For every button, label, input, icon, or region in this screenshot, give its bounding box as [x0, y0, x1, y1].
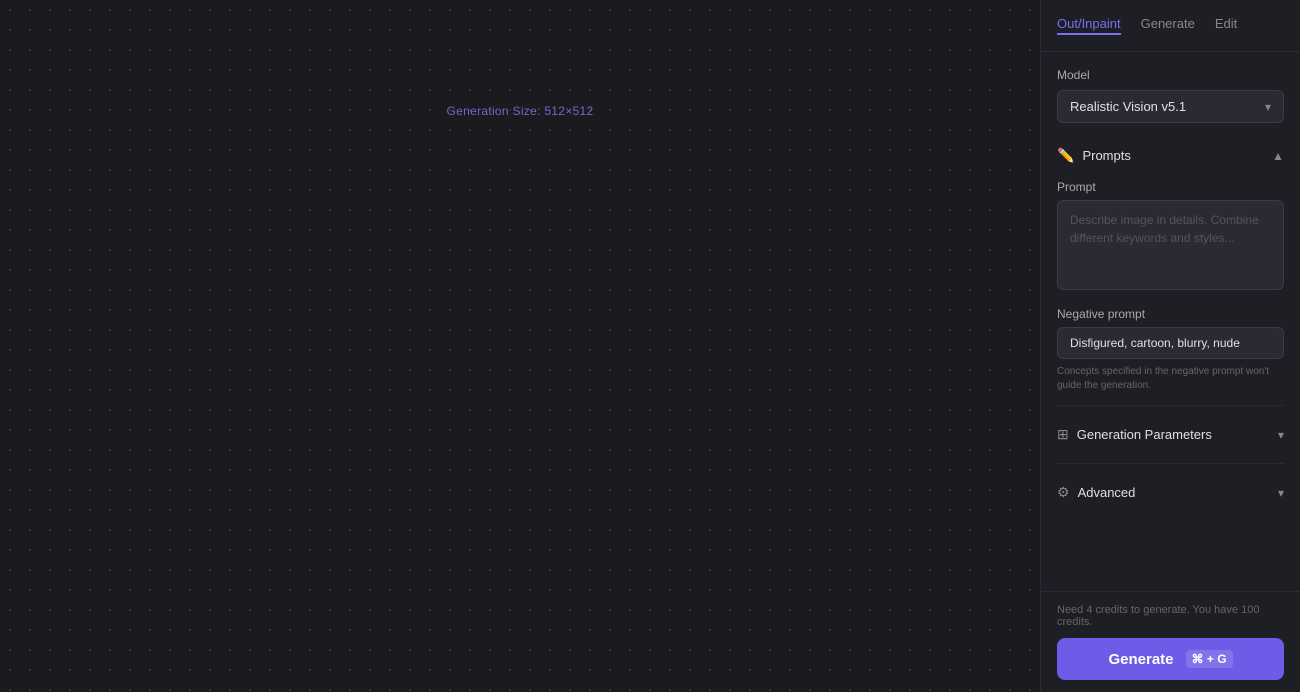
- advanced-header-left: ⚙ Advanced: [1057, 484, 1135, 501]
- negative-prompt-input[interactable]: [1057, 327, 1284, 359]
- model-label: Model: [1057, 68, 1284, 82]
- generation-size-label: Generation Size: 512×512: [447, 104, 594, 118]
- negative-prompt-hint: Concepts specified in the negative promp…: [1057, 365, 1284, 393]
- prompts-section-header[interactable]: ✏️ Prompts ▲: [1057, 139, 1284, 172]
- gen-params-collapse-icon: ▾: [1278, 428, 1284, 442]
- advanced-section-title: Advanced: [1078, 485, 1136, 500]
- panel-content: Model Realistic Vision v5.1 ▾ ✏️ Prompts…: [1041, 52, 1300, 591]
- divider-2: [1057, 463, 1284, 464]
- prompt-label: Prompt: [1057, 180, 1284, 194]
- gear-icon: ⚙: [1057, 484, 1070, 501]
- generation-parameters-title: Generation Parameters: [1077, 427, 1212, 442]
- model-select[interactable]: Realistic Vision v5.1 ▾: [1057, 90, 1284, 123]
- prompts-section-title: Prompts: [1082, 148, 1130, 163]
- canvas-area: Generation Size: 512×512: [0, 0, 1040, 692]
- generate-button-label: Generate: [1108, 651, 1173, 668]
- tab-out-inpaint[interactable]: Out/Inpaint: [1057, 16, 1121, 35]
- prompts-collapse-icon: ▲: [1272, 149, 1284, 163]
- generate-shortcut: ⌘ + G: [1186, 650, 1233, 668]
- gen-params-header-left: ⊞ Generation Parameters: [1057, 426, 1212, 443]
- negative-prompt-label: Negative prompt: [1057, 307, 1284, 321]
- prompts-header-left: ✏️ Prompts: [1057, 147, 1131, 164]
- tab-generate[interactable]: Generate: [1141, 16, 1195, 35]
- advanced-section-header[interactable]: ⚙ Advanced ▾: [1057, 476, 1284, 509]
- model-chevron-icon: ▾: [1265, 100, 1271, 114]
- advanced-collapse-icon: ▾: [1278, 486, 1284, 500]
- prompt-textarea[interactable]: [1057, 200, 1284, 290]
- model-selected-value: Realistic Vision v5.1: [1070, 99, 1186, 114]
- generate-button[interactable]: Generate ⌘ + G: [1057, 638, 1284, 680]
- divider-1: [1057, 405, 1284, 406]
- right-panel: Out/Inpaint Generate Edit Model Realisti…: [1040, 0, 1300, 692]
- tab-edit[interactable]: Edit: [1215, 16, 1237, 35]
- bottom-bar: Need 4 credits to generate. You have 100…: [1041, 591, 1300, 692]
- generation-parameters-header[interactable]: ⊞ Generation Parameters ▾: [1057, 418, 1284, 451]
- tab-bar: Out/Inpaint Generate Edit: [1041, 0, 1300, 52]
- pencil-icon: ✏️: [1057, 147, 1074, 164]
- credits-text: Need 4 credits to generate. You have 100…: [1057, 604, 1284, 628]
- sliders-icon: ⊞: [1057, 426, 1069, 443]
